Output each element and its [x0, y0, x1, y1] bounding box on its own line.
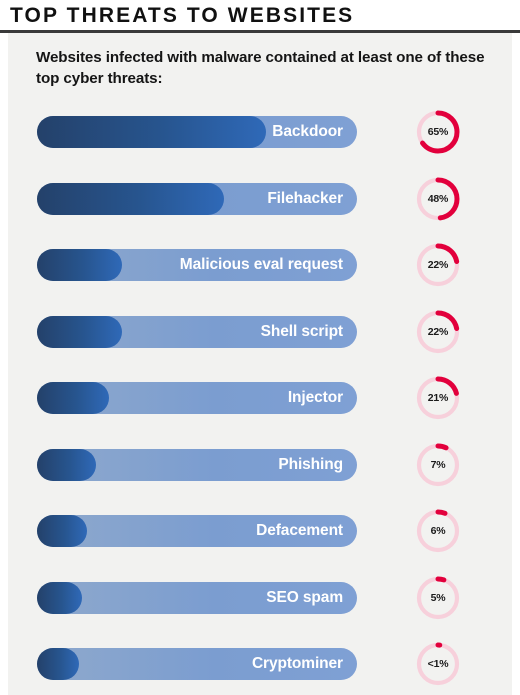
- threat-bar-fill: [37, 581, 82, 614]
- threat-bar-label: SEO spam: [266, 588, 343, 606]
- threat-bar-fill: [37, 448, 96, 481]
- threat-bar-label: Injector: [287, 389, 343, 406]
- percentage-donut-gauge: 6%: [416, 509, 460, 553]
- threat-bar-label: Phishing: [278, 455, 343, 473]
- threat-bar-label: Backdoor: [272, 123, 343, 140]
- threat-bar-fill: [37, 515, 87, 547]
- threat-bar-track: Backdoor: [37, 116, 357, 148]
- threat-bar-label: Cryptominer: [251, 655, 343, 672]
- gauge-percentage-value: 22%: [427, 259, 449, 271]
- percentage-donut-gauge: 7%: [416, 443, 460, 487]
- gauge-percentage-value: 7%: [430, 458, 446, 471]
- threat-bar-label: Filehacker: [267, 189, 343, 207]
- gauge-percentage-value: <1%: [427, 658, 449, 670]
- gauge-percentage-value: 5%: [430, 591, 446, 604]
- threat-row: Defacement 6%: [8, 509, 512, 553]
- threat-bar-label: Malicious eval request: [179, 256, 343, 273]
- threat-row: Filehacker 48%: [8, 177, 512, 221]
- threat-bar-fill: [37, 116, 266, 148]
- threat-row: SEO spam 5%: [8, 576, 512, 620]
- percentage-donut-gauge: 65%: [416, 110, 460, 154]
- gauge-percentage-value: 6%: [430, 525, 446, 537]
- threat-bar-track: Phishing: [37, 448, 357, 481]
- gauge-percentage-value: 22%: [427, 325, 449, 338]
- percentage-donut-gauge: <1%: [416, 642, 460, 686]
- threat-bar-fill: [37, 249, 122, 281]
- threat-bar-track: Defacement: [37, 515, 357, 547]
- gauge-percentage-value: 48%: [427, 192, 449, 205]
- threat-row: Shell script 22%: [8, 310, 512, 354]
- percentage-donut-gauge: 5%: [416, 576, 460, 620]
- threat-bar-track: Malicious eval request: [37, 249, 357, 281]
- threat-bar-track: Filehacker: [37, 182, 357, 215]
- percentage-donut-gauge: 22%: [416, 243, 460, 287]
- threat-row: Injector 21%: [8, 376, 512, 420]
- threat-bar-track: Shell script: [37, 315, 357, 348]
- threat-row: Phishing 7%: [8, 443, 512, 487]
- threat-bar-fill: [37, 182, 224, 215]
- percentage-donut-gauge: 22%: [416, 310, 460, 354]
- percentage-donut-gauge: 48%: [416, 177, 460, 221]
- threat-bar-fill: [37, 315, 122, 348]
- threat-bar-track: Injector: [37, 382, 357, 414]
- header: TOP THREATS TO WEBSITES: [0, 0, 520, 33]
- threat-bar-label: Shell script: [260, 322, 343, 340]
- gauge-percentage-value: 21%: [427, 392, 449, 404]
- threat-bar-track: SEO spam: [37, 581, 357, 614]
- threat-row: Malicious eval request 22%: [8, 243, 512, 287]
- threat-bar-list: Backdoor 65% Filehacker 48% Malicious eval r…: [8, 33, 512, 695]
- gauge-percentage-value: 65%: [427, 126, 449, 138]
- threat-bar-label: Defacement: [256, 522, 343, 539]
- percentage-donut-gauge: 21%: [416, 376, 460, 420]
- threat-bar-track: Cryptominer: [37, 648, 357, 680]
- threat-row: Backdoor 65%: [8, 110, 512, 154]
- threat-bar-fill: [37, 382, 109, 414]
- content-panel: Websites infected with malware contained…: [8, 33, 512, 695]
- threat-row: Cryptominer <1%: [8, 642, 512, 686]
- threat-bar-fill: [37, 648, 79, 680]
- page-title: TOP THREATS TO WEBSITES: [10, 4, 355, 27]
